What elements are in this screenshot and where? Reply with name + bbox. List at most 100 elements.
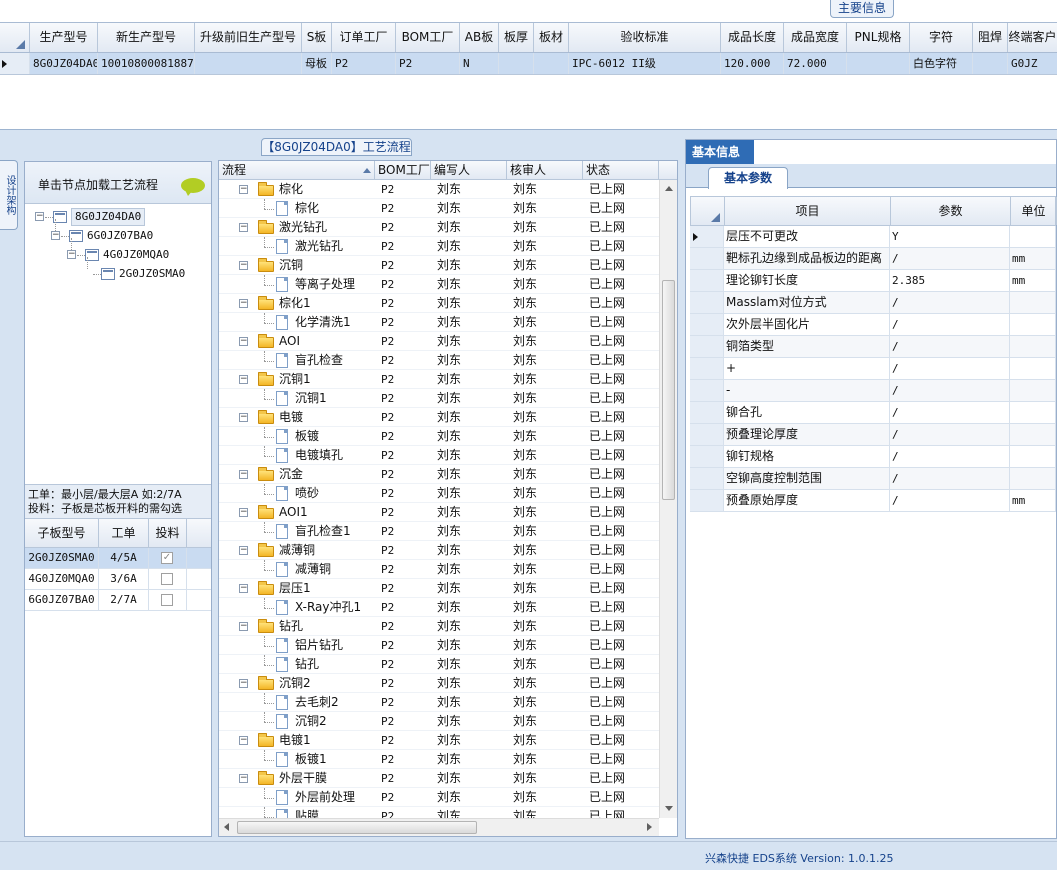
feed-checkbox[interactable] [161,573,173,585]
column-header[interactable]: AB板 [460,23,499,52]
process-row[interactable]: 激光钻孔 P2 刘东 刘东 已上网 [219,237,659,256]
process-row[interactable]: − 钻孔 P2 刘东 刘东 已上网 [219,617,659,636]
cell[interactable] [195,53,302,74]
process-row[interactable]: − 减薄铜 P2 刘东 刘东 已上网 [219,541,659,560]
process-row[interactable]: − 电镀 P2 刘东 刘东 已上网 [219,408,659,427]
param-value[interactable]: / [890,292,1010,313]
scroll-up-arrow-icon[interactable] [665,186,673,191]
param-value[interactable]: / [890,336,1010,357]
params-column-header[interactable]: 项目 [725,197,891,225]
param-row[interactable]: 空铆高度控制范围 / [690,468,1056,490]
param-row[interactable]: 预叠原始厚度 / mm [690,490,1056,512]
cell[interactable]: 72.000 [784,53,847,74]
process-row[interactable]: − 电镀1 P2 刘东 刘东 已上网 [219,731,659,750]
cell[interactable] [534,53,569,74]
column-header[interactable]: S板 [302,23,332,52]
process-row[interactable]: − AOI1 P2 刘东 刘东 已上网 [219,503,659,522]
process-column-header[interactable]: 状态 [583,161,659,179]
process-row[interactable]: − 激光钻孔 P2 刘东 刘东 已上网 [219,218,659,237]
param-value[interactable]: / [890,314,1010,335]
process-row[interactable]: 去毛刺2 P2 刘东 刘东 已上网 [219,693,659,712]
process-row[interactable]: 钻孔 P2 刘东 刘东 已上网 [219,655,659,674]
tree-collapse-icon[interactable]: − [35,212,44,221]
tree-collapse-icon[interactable]: − [239,185,248,194]
horizontal-scroll-thumb[interactable] [237,821,477,834]
process-row[interactable]: − 沉铜1 P2 刘东 刘东 已上网 [219,370,659,389]
process-row[interactable]: − 沉铜 P2 刘东 刘东 已上网 [219,256,659,275]
process-row[interactable]: 盲孔检查1 P2 刘东 刘东 已上网 [219,522,659,541]
process-row[interactable]: 等离子处理 P2 刘东 刘东 已上网 [219,275,659,294]
column-header[interactable]: 升级前旧生产型号 [195,23,302,52]
sub-board-row[interactable]: 2G0JZ0SMA0 4/5A ✓ [25,548,211,569]
process-row[interactable]: 化学清洗1 P2 刘东 刘东 已上网 [219,313,659,332]
param-row[interactable]: Masslam对位方式 / [690,292,1056,314]
process-row[interactable]: 贴膜 P2 刘东 刘东 已上网 [219,807,659,818]
params-column-header[interactable]: 单位 [1011,197,1057,225]
cell[interactable] [973,53,1008,74]
process-horizontal-scrollbar[interactable] [219,818,659,836]
cell[interactable] [847,53,910,74]
main-info-grid-row[interactable]: 8G0JZ04DA0 10010800081887 母板 P2 P2 N IPC-6012 … [0,53,1057,75]
param-value[interactable]: / [890,490,1010,511]
process-row[interactable]: 盲孔检查 P2 刘东 刘东 已上网 [219,351,659,370]
param-value[interactable]: / [890,402,1010,423]
process-row[interactable]: 棕化 P2 刘东 刘东 已上网 [219,199,659,218]
param-row[interactable]: 理论铆钉长度 2.385 mm [690,270,1056,292]
param-row[interactable]: 靶标孔边缘到成品板边的距离 / mm [690,248,1056,270]
vertical-scroll-thumb[interactable] [662,280,675,500]
tree-collapse-icon[interactable]: − [239,508,248,517]
process-row[interactable]: 减薄铜 P2 刘东 刘东 已上网 [219,560,659,579]
param-value[interactable]: / [890,248,1010,269]
column-header[interactable]: 生产型号 [30,23,98,52]
tree-collapse-icon[interactable]: − [239,375,248,384]
cell[interactable]: 120.000 [721,53,784,74]
tree-collapse-icon[interactable]: − [239,413,248,422]
process-column-header[interactable]: 编写人 [431,161,507,179]
tree-collapse-icon[interactable]: − [239,679,248,688]
param-row[interactable]: 铆合孔 / [690,402,1056,424]
process-row[interactable]: 外层前处理 P2 刘东 刘东 已上网 [219,788,659,807]
process-row[interactable]: 板镀 P2 刘东 刘东 已上网 [219,427,659,446]
param-value[interactable]: Y [890,226,1010,247]
process-vertical-scrollbar[interactable] [659,180,677,818]
tree-collapse-icon[interactable]: − [239,223,248,232]
tree-node-4g0jz0mqa0[interactable]: 4G0JZ0MQA0 [103,246,169,264]
feed-checkbox[interactable]: ✓ [161,552,173,564]
column-header[interactable]: 板材 [534,23,569,52]
cell[interactable]: 母板 [302,53,332,74]
basic-info-tab[interactable]: 基本信息 [686,140,754,164]
param-row[interactable]: + / [690,358,1056,380]
column-header[interactable]: 板厚 [499,23,534,52]
sub-board-row[interactable]: 6G0JZ07BA0 2/7A [25,590,211,611]
process-column-header[interactable]: BOM工厂 [375,161,431,179]
tree-collapse-icon[interactable]: − [239,337,248,346]
column-header[interactable]: 字符 [910,23,973,52]
param-row[interactable]: 次外层半固化片 / [690,314,1056,336]
tree-node-8g0jz04da0[interactable]: 8G0JZ04DA0 [71,208,146,226]
scroll-down-arrow-icon[interactable] [665,806,673,811]
param-value[interactable]: / [890,358,1010,379]
tree-collapse-icon[interactable]: − [239,299,248,308]
param-row[interactable]: - / [690,380,1056,402]
cell[interactable]: P2 [396,53,460,74]
tree-collapse-icon[interactable]: − [239,546,248,555]
process-row[interactable]: X-Ray冲孔1 P2 刘东 刘东 已上网 [219,598,659,617]
sub-board-row[interactable]: 4G0JZ0MQA0 3/6A [25,569,211,590]
process-row[interactable]: − 外层干膜 P2 刘东 刘东 已上网 [219,769,659,788]
tree-collapse-icon[interactable]: − [239,584,248,593]
scroll-right-arrow-icon[interactable] [647,823,652,831]
process-row[interactable]: 板镀1 P2 刘东 刘东 已上网 [219,750,659,769]
cell[interactable]: 8G0JZ04DA0 [30,53,98,74]
param-value[interactable]: / [890,380,1010,401]
tree-collapse-icon[interactable]: − [239,261,248,270]
cell[interactable]: G0JZ [1008,53,1057,74]
tree-collapse-icon[interactable]: − [239,622,248,631]
column-header[interactable]: 成品长度 [721,23,784,52]
tree-node-6g0jz07ba0[interactable]: 6G0JZ07BA0 [87,227,153,245]
process-row[interactable]: 喷砂 P2 刘东 刘东 已上网 [219,484,659,503]
column-header[interactable]: 新生产型号 [98,23,195,52]
tree-collapse-icon[interactable]: − [239,736,248,745]
column-header[interactable]: 订单工厂 [332,23,396,52]
process-flow-tab[interactable]: 【8G0JZ04DA0】工艺流程 [261,138,412,156]
cell[interactable]: P2 [332,53,396,74]
